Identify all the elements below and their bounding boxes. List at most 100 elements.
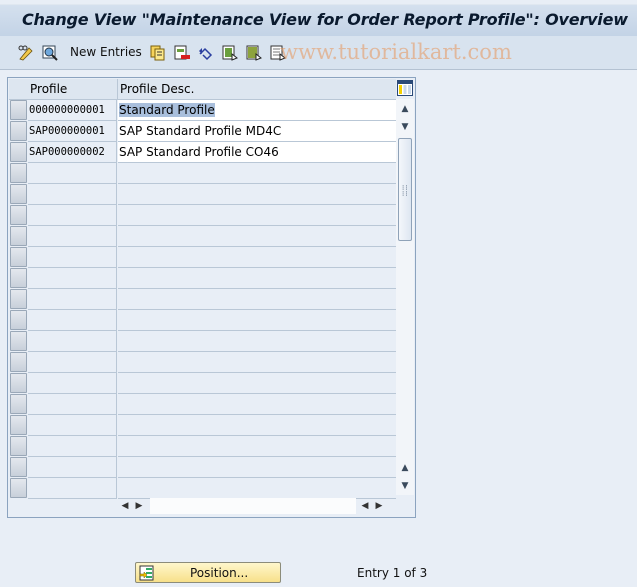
row-selector[interactable] bbox=[10, 289, 27, 309]
row-selector[interactable] bbox=[10, 478, 27, 498]
cell-profile bbox=[28, 331, 117, 352]
cell-profile bbox=[28, 289, 117, 310]
cell-profile bbox=[28, 415, 117, 436]
select-all-icon[interactable] bbox=[221, 44, 239, 62]
empty-table-row bbox=[9, 331, 396, 352]
scroll-up-button[interactable]: ▲ bbox=[397, 100, 413, 118]
row-selector[interactable] bbox=[10, 100, 27, 120]
cell-profile bbox=[28, 310, 117, 331]
cell-profile-desc bbox=[118, 247, 396, 268]
cell-profile bbox=[28, 184, 117, 205]
empty-table-row bbox=[9, 163, 396, 184]
row-selector[interactable] bbox=[10, 373, 27, 393]
row-selector[interactable] bbox=[10, 415, 27, 435]
row-selector[interactable] bbox=[10, 394, 27, 414]
cell-profile bbox=[28, 226, 117, 247]
cell-profile bbox=[28, 163, 117, 184]
cell-profile-desc bbox=[118, 268, 396, 289]
empty-table-row bbox=[9, 478, 396, 499]
cell-profile-desc bbox=[118, 205, 396, 226]
pencil-glasses-icon[interactable] bbox=[17, 44, 35, 62]
display-details-icon[interactable] bbox=[41, 44, 59, 62]
cell-profile[interactable]: 000000000001 bbox=[28, 100, 117, 121]
position-button[interactable]: Position... bbox=[135, 562, 281, 583]
cell-profile-desc bbox=[118, 478, 396, 499]
cell-profile bbox=[28, 352, 117, 373]
profile-desc-text: SAP Standard Profile MD4C bbox=[119, 124, 282, 138]
scroll-down-button[interactable]: ▼ bbox=[397, 118, 413, 136]
cell-profile-desc bbox=[118, 394, 396, 415]
empty-table-row bbox=[9, 310, 396, 331]
column-header-profile[interactable]: Profile bbox=[28, 79, 118, 100]
delete-icon[interactable] bbox=[173, 44, 191, 62]
cell-profile bbox=[28, 436, 117, 457]
horizontal-scroll-track[interactable] bbox=[150, 498, 356, 514]
row-selector[interactable] bbox=[10, 352, 27, 372]
cell-profile-desc[interactable]: SAP Standard Profile CO46 bbox=[118, 142, 396, 163]
scroll-left-button-2[interactable]: ◀ bbox=[358, 498, 372, 514]
scroll-up-button-bottom[interactable]: ▲ bbox=[397, 459, 413, 477]
cell-profile-desc bbox=[118, 226, 396, 247]
position-icon bbox=[139, 565, 155, 584]
cell-profile-desc[interactable]: SAP Standard Profile MD4C bbox=[118, 121, 396, 142]
profile-desc-text: SAP Standard Profile CO46 bbox=[119, 145, 279, 159]
cell-profile bbox=[28, 247, 117, 268]
row-selector[interactable] bbox=[10, 457, 27, 477]
row-selector[interactable] bbox=[10, 142, 27, 162]
select-block-icon[interactable] bbox=[245, 44, 263, 62]
row-selector[interactable] bbox=[10, 226, 27, 246]
row-selector[interactable] bbox=[10, 310, 27, 330]
scroll-left-button[interactable]: ◀ bbox=[118, 498, 132, 514]
empty-table-row bbox=[9, 289, 396, 310]
empty-table-row bbox=[9, 184, 396, 205]
row-selector[interactable] bbox=[10, 163, 27, 183]
cell-profile[interactable]: SAP000000001 bbox=[28, 121, 117, 142]
empty-table-row bbox=[9, 268, 396, 289]
cell-profile bbox=[28, 394, 117, 415]
scroll-right-button[interactable]: ▶ bbox=[132, 498, 146, 514]
scroll-right-button-2[interactable]: ▶ bbox=[372, 498, 386, 514]
copy-icon[interactable] bbox=[149, 44, 167, 62]
column-header-profile-desc[interactable]: Profile Desc. bbox=[118, 79, 396, 100]
cell-profile bbox=[28, 268, 117, 289]
cell-profile[interactable]: SAP000000002 bbox=[28, 142, 117, 163]
table-row: SAP000000001 SAP Standard Profile MD4C bbox=[9, 121, 396, 142]
profile-desc-text: Standard Profile bbox=[119, 103, 215, 117]
row-selector[interactable] bbox=[10, 247, 27, 267]
cell-profile-desc bbox=[118, 289, 396, 310]
empty-table-row bbox=[9, 436, 396, 457]
horizontal-scrollbar[interactable]: ◀ ▶ ◀ ▶ bbox=[118, 497, 386, 515]
application-toolbar: New Entries www.tutorialkart.com bbox=[0, 36, 637, 70]
row-selector[interactable] bbox=[10, 331, 27, 351]
title-bar: Change View "Maintenance View for Order … bbox=[0, 4, 637, 36]
vertical-scrollbar[interactable]: ▲ ▼ ⁞⁞ ⁞⁞ ▲ ▼ bbox=[396, 99, 414, 495]
select-all-rows-cell[interactable] bbox=[9, 79, 28, 100]
cell-profile-desc bbox=[118, 352, 396, 373]
row-selector[interactable] bbox=[10, 205, 27, 225]
page-title: Change View "Maintenance View for Order … bbox=[22, 10, 628, 29]
undo-change-icon[interactable] bbox=[197, 44, 215, 62]
cell-profile-desc bbox=[118, 184, 396, 205]
cell-profile bbox=[28, 457, 117, 478]
cell-profile-desc bbox=[118, 457, 396, 478]
row-selector[interactable] bbox=[10, 121, 27, 141]
empty-table-row bbox=[9, 415, 396, 436]
cell-profile-desc bbox=[118, 436, 396, 457]
scrollbar-thumb[interactable]: ⁞⁞ ⁞⁞ bbox=[398, 138, 412, 241]
cell-profile-desc[interactable]: Standard Profile bbox=[118, 100, 396, 121]
cell-profile-desc bbox=[118, 310, 396, 331]
scroll-down-button-bottom[interactable]: ▼ bbox=[397, 477, 413, 495]
empty-table-row bbox=[9, 394, 396, 415]
new-entries-button[interactable]: New Entries bbox=[70, 45, 142, 59]
table-row: SAP000000002 SAP Standard Profile CO46 bbox=[9, 142, 396, 163]
row-selector[interactable] bbox=[10, 268, 27, 288]
row-selector[interactable] bbox=[10, 184, 27, 204]
cell-profile-desc bbox=[118, 331, 396, 352]
position-button-label: Position... bbox=[190, 566, 249, 580]
entry-status: Entry 1 of 3 bbox=[357, 566, 428, 580]
empty-table-row bbox=[9, 457, 396, 478]
row-selector[interactable] bbox=[10, 436, 27, 456]
cell-profile-desc bbox=[118, 415, 396, 436]
empty-table-row bbox=[9, 247, 396, 268]
column-settings-icon[interactable] bbox=[397, 80, 413, 96]
